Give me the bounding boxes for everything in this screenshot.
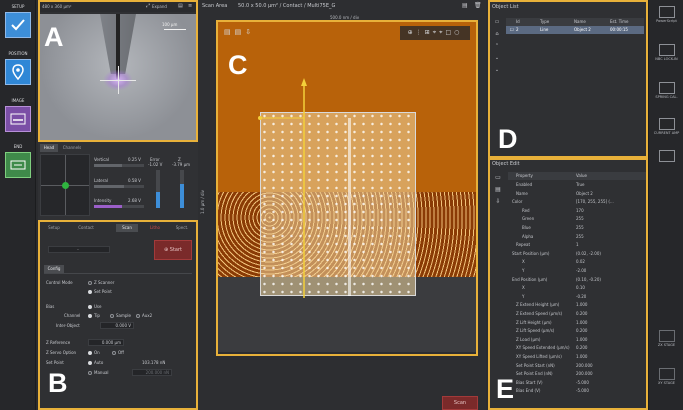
right-sidebar: PowerScript NBC LOCK-IN SPRING CAL. CURR… (648, 0, 683, 410)
left-sidebar: SETUP POSITION IMAGE END (0, 0, 36, 410)
y-scale-label: 1.0 µm / div (200, 190, 205, 214)
check-icon (5, 12, 31, 38)
lockin-icon (658, 44, 675, 56)
sidebar-label: POSITION (8, 51, 28, 56)
sidebar-label: IMAGE (11, 98, 25, 103)
end-icon (5, 152, 31, 178)
waveform-icon (658, 150, 675, 162)
rb-label: NBC LOCK-IN (655, 57, 678, 61)
vertical-label: Vertical (94, 157, 109, 162)
sidebar-label: SETUP (11, 4, 25, 9)
control-panel: Setup Contact Scan Litho Spect. - ⊕ Star… (38, 220, 198, 410)
location-pin-icon (5, 59, 31, 85)
current-amp-button[interactable]: CURRENT AMP (651, 118, 682, 135)
panel-label-a: A (44, 22, 64, 52)
sidebar-label: END (13, 144, 23, 149)
scan-info: 50.0 x 50.0 µm² / Contact / Multi75E_G (238, 3, 336, 9)
script-icon (658, 6, 675, 18)
highlight-box-c (216, 20, 478, 356)
vertical-value: 0.25 V (128, 157, 141, 162)
psd-spot-indicator (62, 182, 69, 189)
highlight-box-e (488, 158, 648, 410)
rb-label: CURRENT AMP (653, 131, 680, 135)
psd-position-plot (40, 154, 90, 216)
panel-label-c: C (228, 50, 248, 80)
delete-icon[interactable]: 🗑 (474, 2, 482, 9)
rb-label: ZX STAGE (657, 343, 676, 347)
rb-label: XY STAGE (658, 381, 675, 385)
xy-stage-icon (658, 368, 675, 380)
error-gauge (156, 170, 160, 208)
rb-label: PowerScript (656, 19, 677, 23)
spring-icon (658, 82, 675, 94)
nbc-lockin-button[interactable]: NBC LOCK-IN (651, 44, 682, 61)
rb-label: SPRING CAL. (655, 95, 678, 99)
zx-stage-button[interactable]: ZX STAGE (651, 330, 682, 347)
object-list-panel: Object List ▭ ⌂ ⌃ ⌄ ⌄ Id Type Name Est. Time… (488, 0, 648, 158)
amp-icon (658, 118, 675, 130)
z-gauge (180, 170, 184, 208)
panel-label-b: B (48, 368, 68, 398)
z-value: -3.79 µm (172, 162, 191, 167)
intensity-value: 2.68 V (128, 198, 141, 203)
zx-stage-icon (658, 330, 675, 342)
panel-label-e: E (496, 374, 515, 404)
spring-cal-button[interactable]: SPRING CAL. (651, 82, 682, 99)
tab-head[interactable]: Head (40, 144, 58, 152)
lateral-bar (94, 185, 144, 188)
vertical-bar (94, 164, 144, 167)
scan-area-panel: Scan Area 50.0 x 50.0 µm² / Contact / Mu… (198, 0, 486, 410)
head-panel: Head Channels Vertical 0.25 V Lateral 0.… (38, 142, 198, 220)
intensity-bar (94, 205, 144, 208)
intensity-label: Intensity (94, 198, 112, 203)
object-edit-panel: Object Edit ▭ ▤ ⇩ Property Value Enabled Tr… (488, 158, 648, 410)
save-icon[interactable]: ▤ (462, 2, 468, 9)
xy-stage-button[interactable]: XY STAGE (651, 368, 682, 385)
image-scan-icon (5, 106, 31, 132)
lateral-label: Lateral (94, 178, 108, 183)
error-value: -1.02 V (148, 162, 163, 167)
scan-header: Scan Area 50.0 x 50.0 µm² / Contact / Mu… (198, 2, 486, 11)
scan-start-button[interactable]: Scan (442, 396, 478, 410)
scan-title: Scan Area (202, 3, 228, 9)
panel-label-d: D (498, 124, 518, 154)
powerscript-button[interactable]: PowerScript (651, 6, 682, 23)
waveform-button[interactable] (651, 150, 682, 163)
lateral-value: 0.58 V (128, 178, 141, 183)
video-panel: 480 x 360 µm² ⤢ Expand ▤ ≡ 100 µm A (38, 0, 198, 142)
tab-channels[interactable]: Channels (60, 144, 84, 152)
